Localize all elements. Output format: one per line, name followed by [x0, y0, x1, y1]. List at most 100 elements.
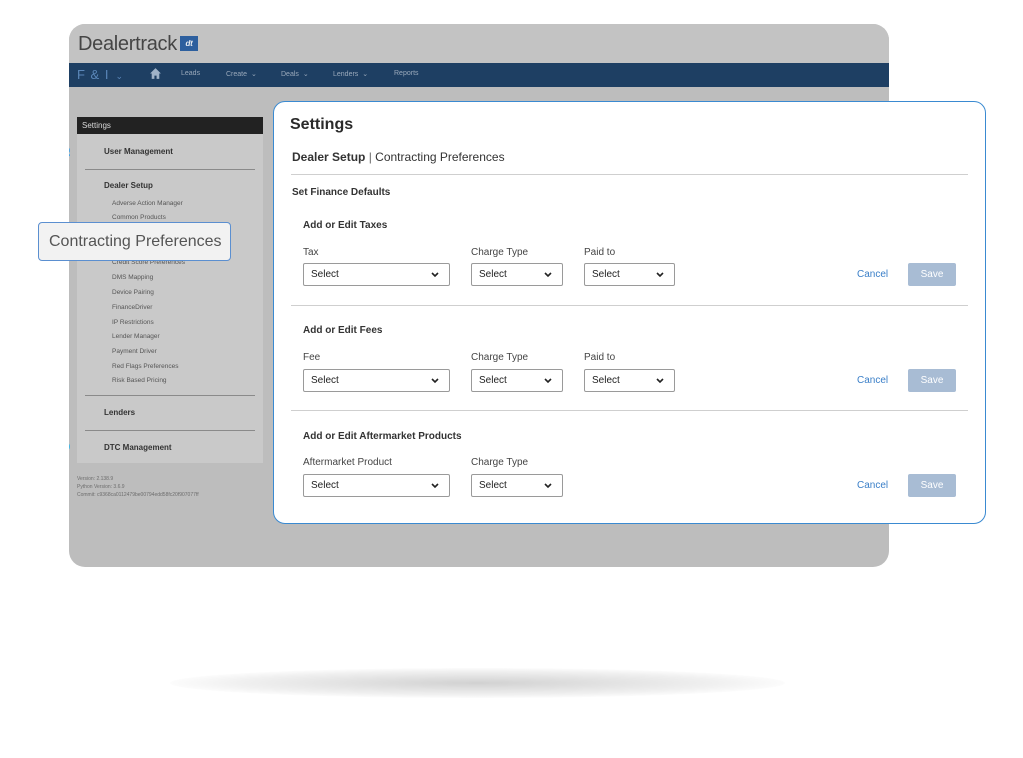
chevron-down-icon — [544, 272, 552, 278]
chevron-down-icon — [656, 378, 664, 384]
page-title: Settings — [290, 116, 354, 133]
contracting-preferences-callout[interactable]: Contracting Preferences — [38, 222, 231, 261]
chevron-down-icon — [544, 483, 552, 489]
sidebar-item-label: Lenders — [104, 408, 136, 417]
users-icon: 👥 — [69, 146, 70, 157]
fee-label: Fee — [303, 352, 321, 363]
app-header: Dealertrack dt — [69, 24, 889, 63]
nav-lenders[interactable]: Lenders ⌄ — [333, 70, 368, 78]
nav-deals[interactable]: Deals ⌄ — [281, 70, 309, 78]
main-navbar: F & I ⌄ Leads Create ⌄ Deals ⌄ Lenders ⌄ Rep… — [69, 63, 889, 87]
sidebar-item-dealer-setup[interactable]: ⚙ Dealer Setup — [77, 181, 153, 190]
module-switcher[interactable]: F & I ⌄ — [77, 67, 124, 82]
chevron-down-icon — [431, 272, 439, 278]
divider — [291, 174, 968, 175]
aftermarket-save-button[interactable]: Save — [908, 474, 956, 497]
sidebar-subitem[interactable]: IP Restrictions — [112, 319, 154, 326]
divider — [291, 305, 968, 306]
section-subtitle: Set Finance Defaults — [292, 187, 391, 198]
globe-icon: 🌐 — [69, 442, 70, 453]
taxes-section-title: Add or Edit Taxes — [303, 220, 388, 231]
version-text: Version: 2.138.9 — [77, 476, 114, 482]
fee-select-value: Select — [311, 375, 339, 386]
sidebar-subitem[interactable]: Common Products — [112, 214, 166, 221]
fees-section-title: Add or Edit Fees — [303, 325, 383, 336]
fee-select[interactable]: Select — [303, 369, 450, 392]
module-label: F & I — [77, 67, 110, 82]
settings-sidebar: Settings 👥 User Management ⚙ Dealer Setu… — [69, 117, 263, 463]
chevron-down-icon: ⌄ — [362, 71, 369, 78]
fee-charge-type-select[interactable]: Select — [471, 369, 563, 392]
aftermarket-product-select[interactable]: Select — [303, 474, 450, 497]
aftermarket-cancel-button[interactable]: Cancel — [857, 480, 888, 491]
nav-create-label: Create — [226, 71, 248, 78]
tax-charge-type-select[interactable]: Select — [471, 263, 563, 286]
nav-lenders-label: Lenders — [333, 71, 359, 78]
commit-text: Commit: c9368ca0112479be00794edd58fc20f9… — [77, 492, 199, 498]
sidebar-item-lenders[interactable]: $ Lenders — [77, 408, 135, 417]
sidebar-item-dtc-management[interactable]: 🌐 DTC Management — [69, 442, 172, 453]
fee-paid-to-select[interactable]: Select — [584, 369, 675, 392]
sidebar-item-user-management[interactable]: 👥 User Management — [69, 146, 173, 157]
tax-select[interactable]: Select — [303, 263, 450, 286]
breadcrumb: Dealer Setup | Contracting Preferences — [292, 150, 505, 164]
sidebar-subitem[interactable]: FinanceDriver — [112, 304, 152, 311]
breadcrumb-current: Contracting Preferences — [375, 150, 505, 164]
sidebar-subitem[interactable]: Red Flags Preferences — [112, 363, 178, 370]
drop-shadow — [170, 668, 785, 698]
sidebar-subitem[interactable]: Payment Driver — [112, 348, 157, 355]
divider — [85, 430, 255, 431]
aftermarket-product-label: Aftermarket Product — [303, 457, 392, 468]
taxes-cancel-button[interactable]: Cancel — [857, 269, 888, 280]
nav-deals-label: Deals — [281, 71, 299, 78]
settings-panel: Settings Dealer Setup | Contracting Pref… — [273, 101, 986, 524]
chevron-down-icon — [431, 378, 439, 384]
sidebar-subitem[interactable]: Device Pairing — [112, 289, 154, 296]
taxes-save-button[interactable]: Save — [908, 263, 956, 286]
python-version-text: Python Version: 3.6.9 — [77, 484, 125, 490]
divider — [85, 395, 255, 396]
divider — [291, 410, 968, 411]
paid-to-select-value: Select — [592, 375, 620, 386]
breadcrumb-separator: | — [368, 150, 372, 164]
breadcrumb-section[interactable]: Dealer Setup — [292, 150, 365, 164]
charge-type-label: Charge Type — [471, 457, 529, 468]
charge-type-label: Charge Type — [471, 352, 529, 363]
logo-text: Dealertrack — [78, 33, 177, 55]
fees-save-button[interactable]: Save — [908, 369, 956, 392]
charge-type-select-value: Select — [479, 269, 507, 280]
paid-to-label: Paid to — [584, 247, 616, 258]
paid-to-select-value: Select — [592, 269, 620, 280]
home-icon[interactable] — [149, 67, 162, 80]
nav-leads[interactable]: Leads — [181, 70, 200, 77]
charge-type-label: Charge Type — [471, 247, 529, 258]
divider — [85, 169, 255, 170]
nav-reports[interactable]: Reports — [394, 70, 419, 77]
stage: Dealertrack dt F & I ⌄ Leads Create ⌄ Deals… — [0, 0, 1023, 758]
tax-paid-to-select[interactable]: Select — [584, 263, 675, 286]
chevron-down-icon — [431, 483, 439, 489]
aftermarket-charge-type-select[interactable]: Select — [471, 474, 563, 497]
chevron-down-icon: ⌄ — [115, 71, 124, 81]
logo-badge-icon: dt — [179, 36, 198, 51]
charge-type-select-value: Select — [479, 480, 507, 491]
aftermarket-select-value: Select — [311, 480, 339, 491]
sidebar-heading: Settings — [77, 117, 263, 134]
sidebar-subitem[interactable]: Risk Based Pricing — [112, 377, 167, 384]
chevron-down-icon — [656, 272, 664, 278]
chevron-down-icon: ⌄ — [302, 71, 309, 78]
chevron-down-icon — [544, 378, 552, 384]
nav-create[interactable]: Create ⌄ — [226, 70, 257, 78]
sidebar-item-label: User Management — [104, 147, 173, 156]
sidebar-subitem[interactable]: Adverse Action Manager — [112, 200, 183, 207]
tax-select-value: Select — [311, 269, 339, 280]
tax-label: Tax — [303, 247, 319, 258]
sidebar-item-label: Dealer Setup — [104, 181, 153, 190]
sidebar-subitem[interactable]: Lender Manager — [112, 333, 160, 340]
sidebar-subitem[interactable]: DMS Mapping — [112, 274, 153, 281]
charge-type-select-value: Select — [479, 375, 507, 386]
paid-to-label: Paid to — [584, 352, 616, 363]
fees-cancel-button[interactable]: Cancel — [857, 375, 888, 386]
sidebar-item-label: DTC Management — [104, 443, 172, 452]
dealertrack-logo[interactable]: Dealertrack dt — [78, 33, 198, 56]
